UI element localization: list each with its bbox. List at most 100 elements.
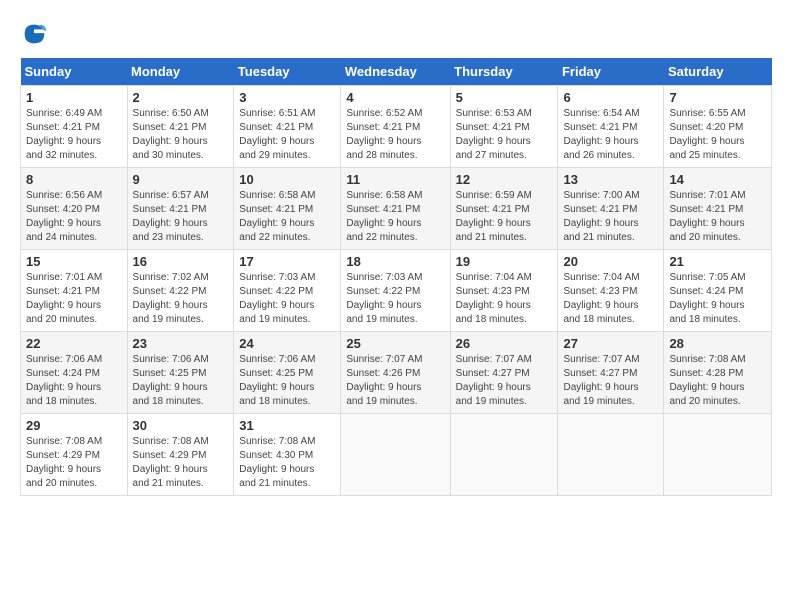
calendar-cell: 10 Sunrise: 6:58 AM Sunset: 4:21 PM Dayl… <box>234 168 341 250</box>
calendar-cell <box>558 414 664 496</box>
day-info: Sunrise: 6:55 AM Sunset: 4:20 PM Dayligh… <box>669 107 766 163</box>
calendar-cell: 5 Sunrise: 6:53 AM Sunset: 4:21 PM Dayli… <box>450 86 558 168</box>
day-number: 26 <box>456 336 553 351</box>
calendar-cell: 18 Sunrise: 7:03 AM Sunset: 4:22 PM Dayl… <box>341 250 450 332</box>
day-info: Sunrise: 7:06 AM Sunset: 4:24 PM Dayligh… <box>26 353 122 409</box>
day-info: Sunrise: 7:08 AM Sunset: 4:30 PM Dayligh… <box>239 435 335 491</box>
calendar-cell: 21 Sunrise: 7:05 AM Sunset: 4:24 PM Dayl… <box>664 250 772 332</box>
day-info: Sunrise: 7:07 AM Sunset: 4:27 PM Dayligh… <box>563 353 658 409</box>
day-number: 20 <box>563 254 658 269</box>
day-info: Sunrise: 6:50 AM Sunset: 4:21 PM Dayligh… <box>133 107 229 163</box>
day-info: Sunrise: 7:04 AM Sunset: 4:23 PM Dayligh… <box>456 271 553 327</box>
calendar-cell: 7 Sunrise: 6:55 AM Sunset: 4:20 PM Dayli… <box>664 86 772 168</box>
calendar-cell: 26 Sunrise: 7:07 AM Sunset: 4:27 PM Dayl… <box>450 332 558 414</box>
day-header-monday: Monday <box>127 58 234 86</box>
calendar-cell: 20 Sunrise: 7:04 AM Sunset: 4:23 PM Dayl… <box>558 250 664 332</box>
week-row-2: 15 Sunrise: 7:01 AM Sunset: 4:21 PM Dayl… <box>21 250 772 332</box>
day-number: 24 <box>239 336 335 351</box>
calendar: SundayMondayTuesdayWednesdayThursdayFrid… <box>20 58 772 496</box>
day-number: 5 <box>456 90 553 105</box>
calendar-cell: 30 Sunrise: 7:08 AM Sunset: 4:29 PM Dayl… <box>127 414 234 496</box>
day-info: Sunrise: 6:54 AM Sunset: 4:21 PM Dayligh… <box>563 107 658 163</box>
day-info: Sunrise: 7:04 AM Sunset: 4:23 PM Dayligh… <box>563 271 658 327</box>
day-number: 14 <box>669 172 766 187</box>
day-number: 16 <box>133 254 229 269</box>
calendar-cell: 9 Sunrise: 6:57 AM Sunset: 4:21 PM Dayli… <box>127 168 234 250</box>
day-number: 30 <box>133 418 229 433</box>
day-header-wednesday: Wednesday <box>341 58 450 86</box>
day-info: Sunrise: 6:57 AM Sunset: 4:21 PM Dayligh… <box>133 189 229 245</box>
calendar-cell: 15 Sunrise: 7:01 AM Sunset: 4:21 PM Dayl… <box>21 250 128 332</box>
day-number: 27 <box>563 336 658 351</box>
calendar-cell: 11 Sunrise: 6:58 AM Sunset: 4:21 PM Dayl… <box>341 168 450 250</box>
day-info: Sunrise: 7:08 AM Sunset: 4:29 PM Dayligh… <box>26 435 122 491</box>
calendar-cell <box>341 414 450 496</box>
day-info: Sunrise: 6:59 AM Sunset: 4:21 PM Dayligh… <box>456 189 553 245</box>
day-number: 1 <box>26 90 122 105</box>
day-info: Sunrise: 7:08 AM Sunset: 4:28 PM Dayligh… <box>669 353 766 409</box>
day-info: Sunrise: 6:52 AM Sunset: 4:21 PM Dayligh… <box>346 107 444 163</box>
calendar-cell: 29 Sunrise: 7:08 AM Sunset: 4:29 PM Dayl… <box>21 414 128 496</box>
day-info: Sunrise: 6:58 AM Sunset: 4:21 PM Dayligh… <box>239 189 335 245</box>
calendar-cell: 17 Sunrise: 7:03 AM Sunset: 4:22 PM Dayl… <box>234 250 341 332</box>
day-number: 18 <box>346 254 444 269</box>
calendar-cell: 2 Sunrise: 6:50 AM Sunset: 4:21 PM Dayli… <box>127 86 234 168</box>
day-header-friday: Friday <box>558 58 664 86</box>
calendar-cell: 24 Sunrise: 7:06 AM Sunset: 4:25 PM Dayl… <box>234 332 341 414</box>
header <box>20 20 772 48</box>
calendar-cell: 28 Sunrise: 7:08 AM Sunset: 4:28 PM Dayl… <box>664 332 772 414</box>
day-number: 21 <box>669 254 766 269</box>
day-info: Sunrise: 7:07 AM Sunset: 4:26 PM Dayligh… <box>346 353 444 409</box>
calendar-cell: 23 Sunrise: 7:06 AM Sunset: 4:25 PM Dayl… <box>127 332 234 414</box>
week-row-3: 22 Sunrise: 7:06 AM Sunset: 4:24 PM Dayl… <box>21 332 772 414</box>
day-number: 3 <box>239 90 335 105</box>
calendar-cell: 16 Sunrise: 7:02 AM Sunset: 4:22 PM Dayl… <box>127 250 234 332</box>
calendar-header-row: SundayMondayTuesdayWednesdayThursdayFrid… <box>21 58 772 86</box>
calendar-cell: 12 Sunrise: 6:59 AM Sunset: 4:21 PM Dayl… <box>450 168 558 250</box>
week-row-4: 29 Sunrise: 7:08 AM Sunset: 4:29 PM Dayl… <box>21 414 772 496</box>
day-number: 6 <box>563 90 658 105</box>
day-number: 31 <box>239 418 335 433</box>
day-info: Sunrise: 7:01 AM Sunset: 4:21 PM Dayligh… <box>26 271 122 327</box>
day-info: Sunrise: 6:58 AM Sunset: 4:21 PM Dayligh… <box>346 189 444 245</box>
day-header-tuesday: Tuesday <box>234 58 341 86</box>
day-number: 12 <box>456 172 553 187</box>
day-number: 22 <box>26 336 122 351</box>
day-info: Sunrise: 6:56 AM Sunset: 4:20 PM Dayligh… <box>26 189 122 245</box>
day-header-thursday: Thursday <box>450 58 558 86</box>
day-number: 28 <box>669 336 766 351</box>
day-number: 8 <box>26 172 122 187</box>
day-number: 11 <box>346 172 444 187</box>
calendar-cell: 8 Sunrise: 6:56 AM Sunset: 4:20 PM Dayli… <box>21 168 128 250</box>
calendar-cell: 31 Sunrise: 7:08 AM Sunset: 4:30 PM Dayl… <box>234 414 341 496</box>
day-info: Sunrise: 7:07 AM Sunset: 4:27 PM Dayligh… <box>456 353 553 409</box>
calendar-cell <box>664 414 772 496</box>
week-row-1: 8 Sunrise: 6:56 AM Sunset: 4:20 PM Dayli… <box>21 168 772 250</box>
week-row-0: 1 Sunrise: 6:49 AM Sunset: 4:21 PM Dayli… <box>21 86 772 168</box>
calendar-cell: 14 Sunrise: 7:01 AM Sunset: 4:21 PM Dayl… <box>664 168 772 250</box>
logo <box>20 20 52 48</box>
day-number: 2 <box>133 90 229 105</box>
calendar-cell: 19 Sunrise: 7:04 AM Sunset: 4:23 PM Dayl… <box>450 250 558 332</box>
calendar-cell: 22 Sunrise: 7:06 AM Sunset: 4:24 PM Dayl… <box>21 332 128 414</box>
day-number: 19 <box>456 254 553 269</box>
calendar-cell: 4 Sunrise: 6:52 AM Sunset: 4:21 PM Dayli… <box>341 86 450 168</box>
calendar-cell: 27 Sunrise: 7:07 AM Sunset: 4:27 PM Dayl… <box>558 332 664 414</box>
day-number: 9 <box>133 172 229 187</box>
day-number: 4 <box>346 90 444 105</box>
calendar-cell <box>450 414 558 496</box>
day-info: Sunrise: 6:51 AM Sunset: 4:21 PM Dayligh… <box>239 107 335 163</box>
day-info: Sunrise: 7:06 AM Sunset: 4:25 PM Dayligh… <box>133 353 229 409</box>
calendar-cell: 13 Sunrise: 7:00 AM Sunset: 4:21 PM Dayl… <box>558 168 664 250</box>
logo-icon <box>20 20 48 48</box>
day-info: Sunrise: 7:02 AM Sunset: 4:22 PM Dayligh… <box>133 271 229 327</box>
day-number: 7 <box>669 90 766 105</box>
day-number: 23 <box>133 336 229 351</box>
day-info: Sunrise: 7:03 AM Sunset: 4:22 PM Dayligh… <box>239 271 335 327</box>
day-info: Sunrise: 7:08 AM Sunset: 4:29 PM Dayligh… <box>133 435 229 491</box>
day-info: Sunrise: 7:06 AM Sunset: 4:25 PM Dayligh… <box>239 353 335 409</box>
day-number: 29 <box>26 418 122 433</box>
day-header-saturday: Saturday <box>664 58 772 86</box>
day-number: 25 <box>346 336 444 351</box>
calendar-cell: 1 Sunrise: 6:49 AM Sunset: 4:21 PM Dayli… <box>21 86 128 168</box>
